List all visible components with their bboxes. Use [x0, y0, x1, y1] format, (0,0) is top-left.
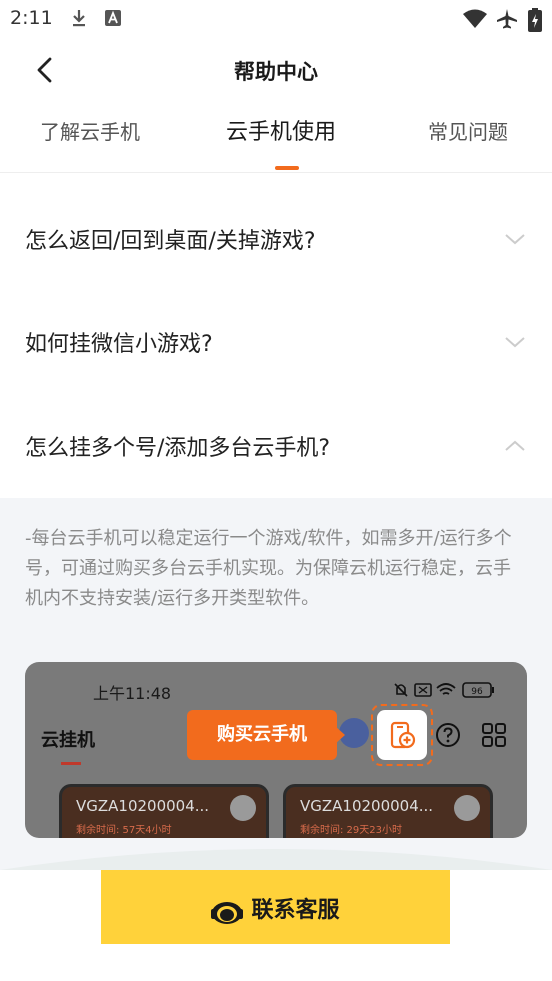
- app-a-icon: [105, 10, 121, 26]
- battery-charging-icon: [528, 8, 542, 32]
- device-remaining: 剩余时间: 57天4小时: [76, 825, 172, 836]
- menu-icon: [230, 795, 256, 821]
- chevron-up-icon: [505, 440, 525, 451]
- tooltip-arrow: [335, 726, 345, 744]
- wifi-icon: [463, 9, 487, 28]
- status-bar: 2:11: [0, 0, 552, 38]
- faq-item-expanded[interactable]: 怎么挂多个号/添加多台云手机?: [0, 394, 552, 498]
- faq-question: 怎么挂多个号/添加多台云手机?: [25, 436, 331, 461]
- screenshot-time: 上午11:48: [93, 684, 172, 703]
- screenshot-device-card: VGZA10200004... 剩余时间: 29天23小时: [283, 784, 493, 838]
- contact-support-button[interactable]: 联系客服: [101, 870, 450, 944]
- buy-cloud-phone-tooltip: 购买云手机: [187, 710, 337, 760]
- airplane-icon: [497, 9, 517, 29]
- screenshot-tab-underline: [61, 762, 81, 765]
- add-phone-highlight: [371, 704, 433, 766]
- screenshot-title: 云挂机: [41, 730, 95, 751]
- tab-indicator: [275, 166, 299, 170]
- screenshot-device-card: VGZA10200004... 剩余时间: 57天4小时: [59, 784, 269, 838]
- faq-item[interactable]: 怎么返回/回到桌面/关掉游戏?: [0, 187, 552, 291]
- device-name: VGZA10200004...: [76, 797, 210, 815]
- bottom-bar: 联系客服: [0, 870, 552, 981]
- status-time: 2:11: [10, 7, 53, 29]
- device-remaining: 剩余时间: 29天23小时: [300, 825, 402, 836]
- headset-icon: [211, 902, 244, 924]
- screenshot-status-icons: 96: [394, 682, 494, 698]
- tab-bar: 了解云手机 云手机使用 常见问题: [0, 108, 552, 172]
- contact-label: 联系客服: [251, 898, 340, 923]
- answer-screenshot: 上午11:48 96 云挂机 购买云手机 VGZA10200004... 剩余时…: [25, 662, 527, 838]
- tab-usage[interactable]: 云手机使用: [226, 114, 336, 146]
- contact-button-content: 联系客服: [101, 892, 450, 925]
- header: 帮助中心: [0, 38, 552, 102]
- tab-faq[interactable]: 常见问题: [428, 116, 508, 145]
- device-name: VGZA10200004...: [300, 797, 434, 815]
- grid-icon: [482, 723, 506, 747]
- add-phone-icon: [390, 721, 416, 749]
- download-icon: [73, 10, 85, 27]
- menu-icon: [454, 795, 480, 821]
- divider: [0, 172, 552, 173]
- page-title: 帮助中心: [234, 60, 318, 84]
- faq-answer: -每台云手机可以稳定运行一个游戏/软件，如需多开/运行多个号，可通过购买多台云手…: [0, 498, 552, 871]
- tab-learn[interactable]: 了解云手机: [40, 116, 140, 145]
- answer-text: -每台云手机可以稳定运行一个游戏/软件，如需多开/运行多个号，可通过购买多台云手…: [25, 528, 512, 609]
- chevron-down-icon: [505, 337, 525, 348]
- faq-item[interactable]: 如何挂微信小游戏?: [0, 290, 552, 394]
- help-icon: [436, 723, 460, 747]
- faq-question: 怎么返回/回到桌面/关掉游戏?: [25, 229, 316, 254]
- chevron-down-icon: [505, 234, 525, 245]
- faq-question: 如何挂微信小游戏?: [25, 332, 213, 357]
- screenshot-battery: 96: [471, 687, 483, 697]
